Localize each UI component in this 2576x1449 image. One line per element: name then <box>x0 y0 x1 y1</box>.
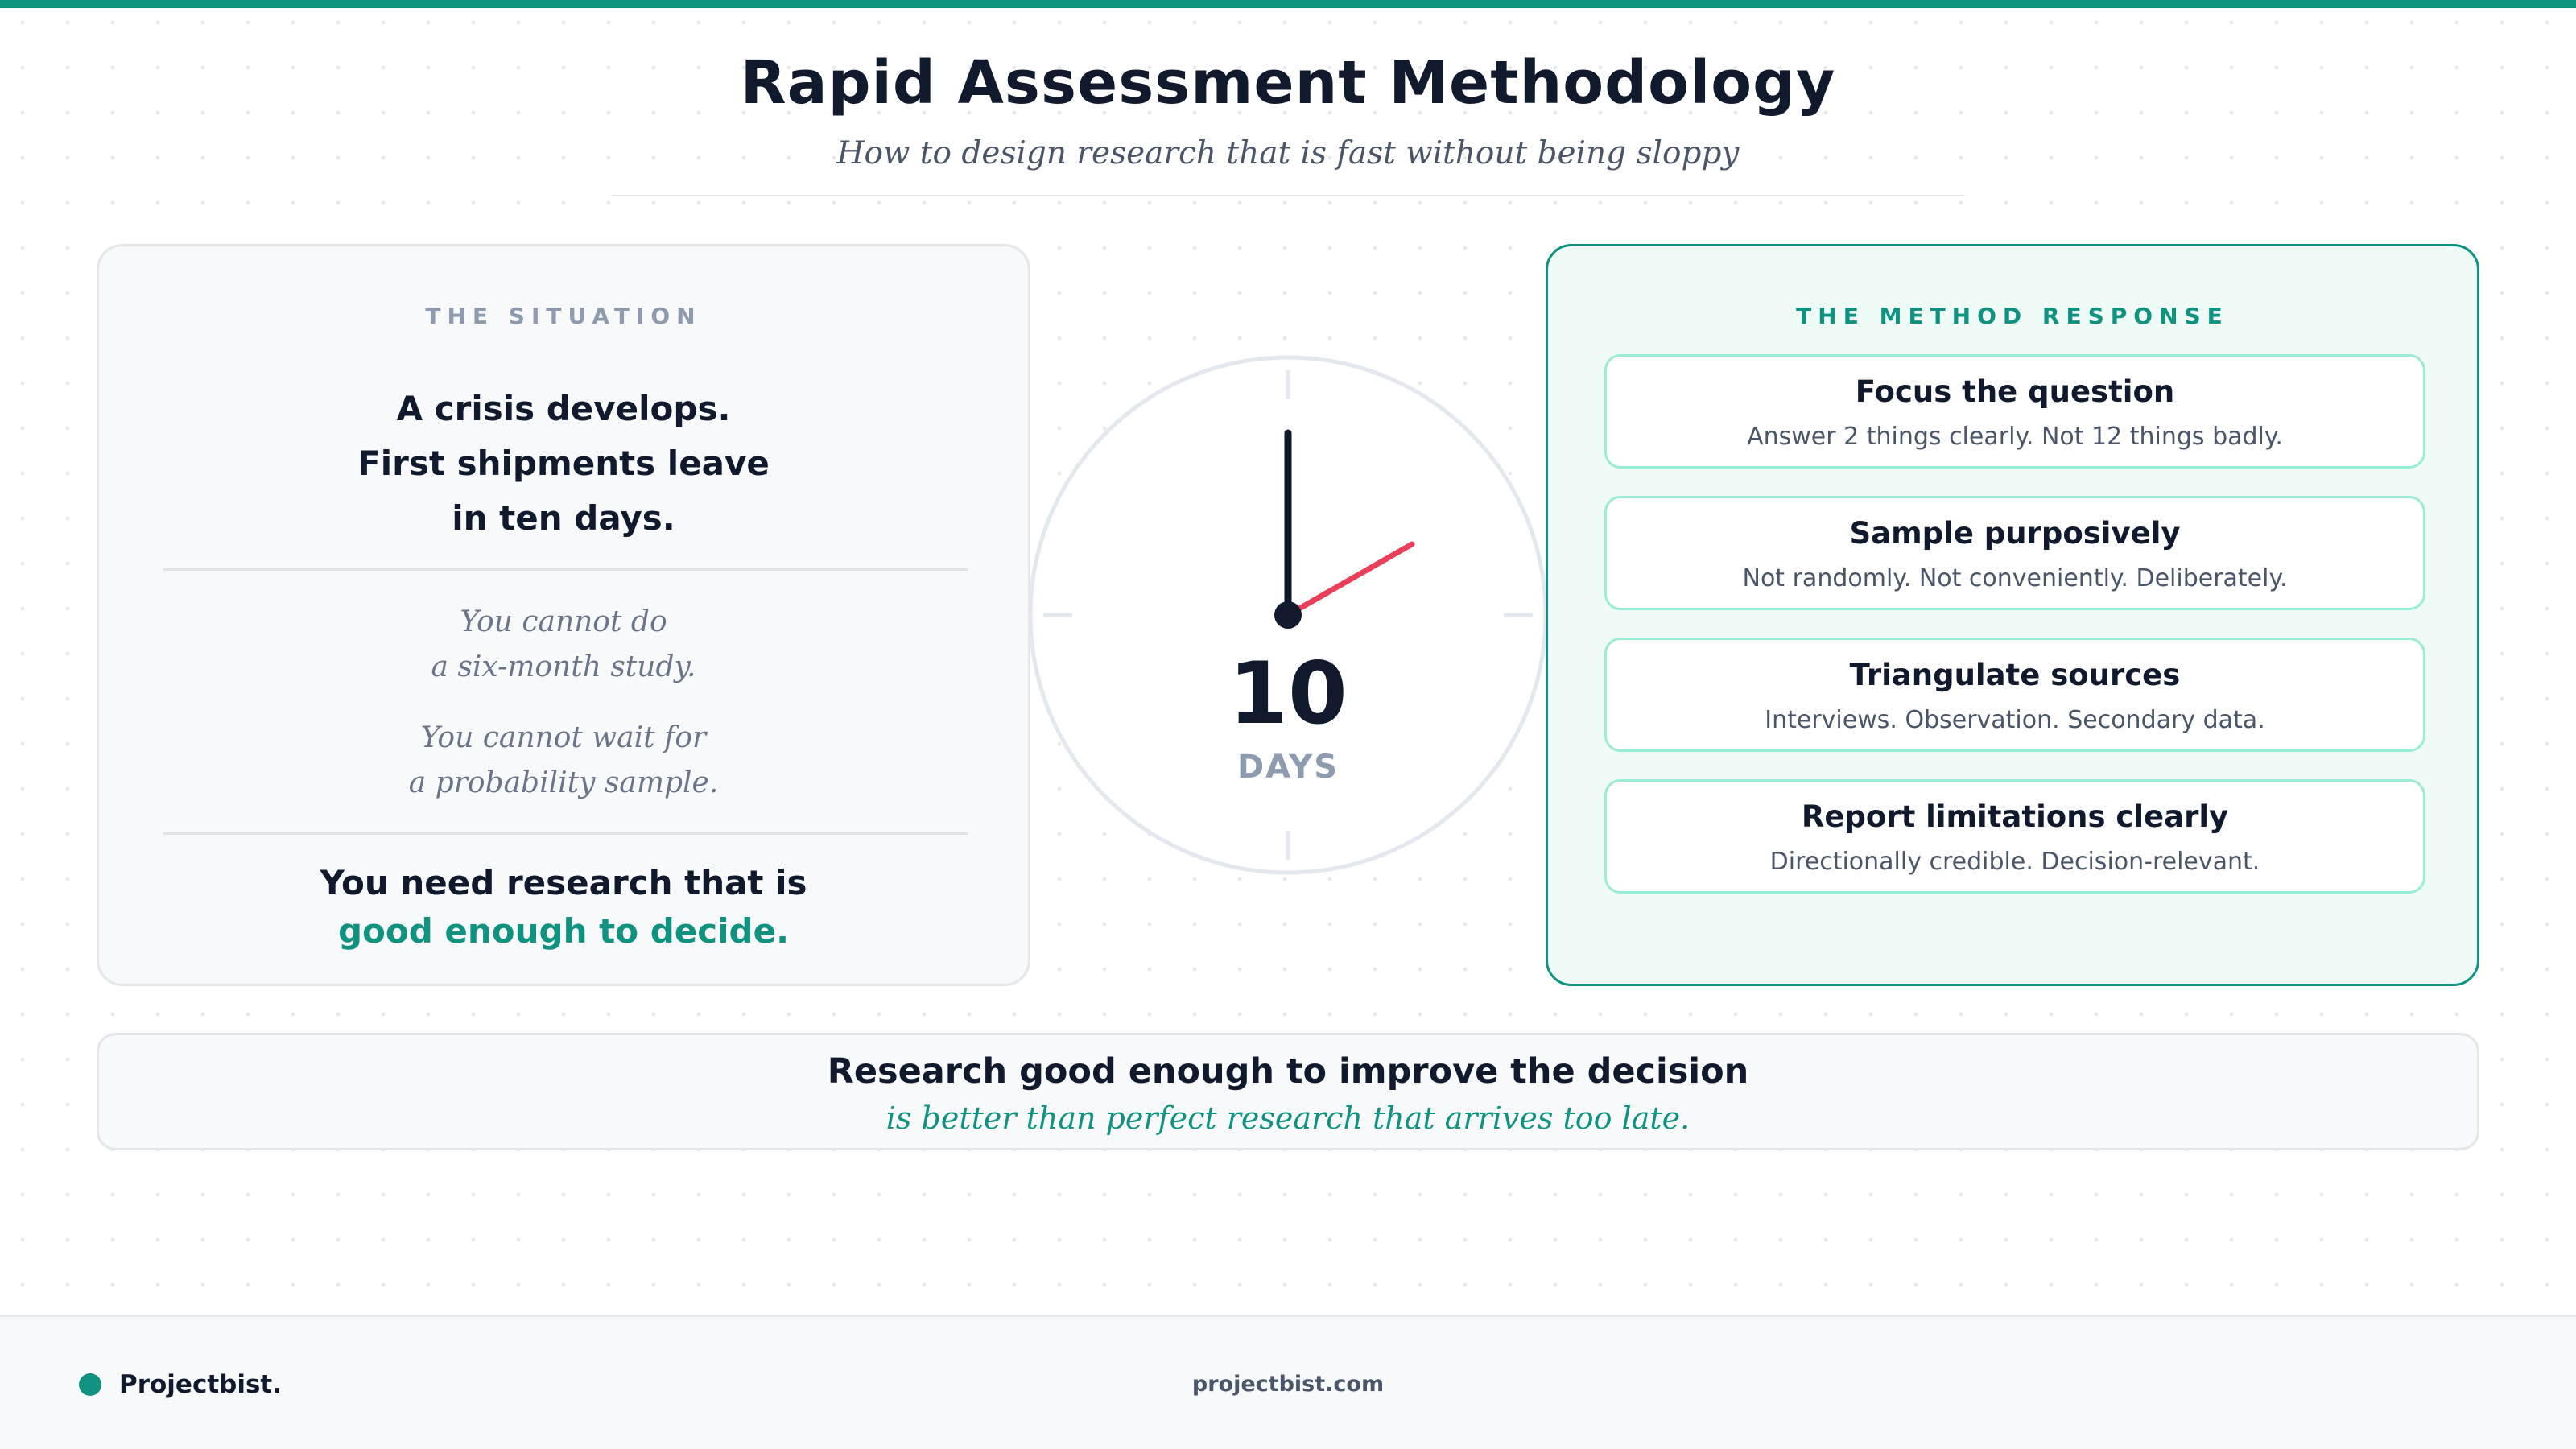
method-step-sample: Sample purposively Not randomly. Not con… <box>1604 496 2425 610</box>
page-subtitle: How to design research that is fast with… <box>836 135 1740 171</box>
footer-url: projectbist.com <box>1191 1372 1385 1397</box>
situation-divider <box>163 832 968 835</box>
need-statement: You need research that is <box>320 863 807 902</box>
method-kicker: THE METHOD RESPONSE <box>1796 303 2229 329</box>
footer: Projectbist. projectbist.com <box>0 1315 2576 1449</box>
clock-pivot <box>1274 601 1302 629</box>
constraint-line: a six-month study. <box>431 650 696 683</box>
situation-card: THE SITUATION A crisis develops. First s… <box>97 244 1030 986</box>
clock-icon <box>1028 355 1548 875</box>
constraint-line: You cannot wait for <box>420 721 707 754</box>
page-title: Rapid Assessment Methodology <box>740 48 1836 118</box>
need-highlight: good enough to decide. <box>337 911 790 951</box>
situation-headline-line: First shipments leave <box>357 444 770 483</box>
step-title: Triangulate sources <box>1849 658 2181 692</box>
step-title: Report limitations clearly <box>1801 799 2229 834</box>
step-description: Answer 2 things clearly. Not 12 things b… <box>1747 423 2283 451</box>
situation-kicker: THE SITUATION <box>425 303 702 329</box>
step-title: Focus the question <box>1855 374 2175 409</box>
step-title: Sample purposively <box>1849 516 2181 551</box>
constraint-line: You cannot do <box>460 605 667 638</box>
step-description: Interviews. Observation. Secondary data. <box>1765 706 2265 734</box>
step-description: Not randomly. Not conveniently. Delibera… <box>1742 564 2288 592</box>
takeaway-main: Research good enough to improve the deci… <box>827 1051 1749 1092</box>
takeaway-banner: Research good enough to improve the deci… <box>97 1033 2479 1150</box>
days-count: 10 <box>1228 644 1348 743</box>
step-description: Directionally credible. Decision-relevan… <box>1769 848 2260 876</box>
method-card: THE METHOD RESPONSE Focus the question A… <box>1546 244 2479 986</box>
title-divider <box>612 195 1964 196</box>
situation-headline-line: in ten days. <box>452 498 675 538</box>
method-step-triangulate: Triangulate sources Interviews. Observat… <box>1604 638 2425 752</box>
constraint-line: a probability sample. <box>408 766 719 799</box>
top-accent-bar <box>0 0 2576 8</box>
method-step-report: Report limitations clearly Directionally… <box>1604 779 2425 894</box>
situation-headline-line: A crisis develops. <box>396 389 731 428</box>
days-label: DAYS <box>1236 749 1340 786</box>
situation-divider <box>163 568 968 571</box>
takeaway-sub: is better than perfect research that arr… <box>886 1100 1690 1136</box>
situation-headline: A crisis develops. First shipments leave… <box>99 382 1028 546</box>
method-step-focus: Focus the question Answer 2 things clear… <box>1604 354 2425 469</box>
